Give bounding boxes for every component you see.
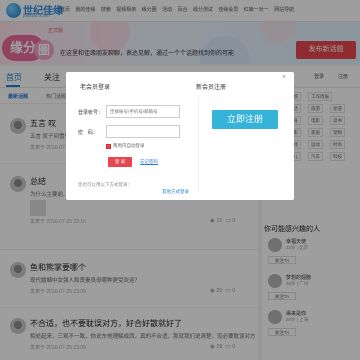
register-title: 新会员注册 [196, 85, 227, 91]
close-icon[interactable]: × [282, 74, 286, 81]
modal-divider [198, 98, 199, 192]
login-modal: × 老会员登录 新会员注册 登录帐号： 密 码： 两周内自动登录 登 录 忘记密… [66, 72, 294, 200]
forgot-password-link[interactable]: 忘记密码 [140, 159, 158, 165]
password-label: 密 码： [78, 130, 99, 136]
account-field[interactable] [106, 105, 180, 118]
third-party-text: 您也可以用以下方式登录： [78, 182, 132, 187]
account-label: 登录帐号： [78, 110, 104, 116]
login-title: 老会员登录 [80, 85, 111, 91]
login-button[interactable]: 登 录 [108, 157, 132, 167]
remember-checkbox[interactable] [106, 144, 111, 149]
register-now-button[interactable]: 立即注册 [212, 110, 278, 129]
remember-label[interactable]: 两周内自动登录 [113, 143, 145, 149]
password-field[interactable] [106, 125, 180, 138]
third-party-link[interactable]: 其他方式登录 [162, 189, 189, 195]
